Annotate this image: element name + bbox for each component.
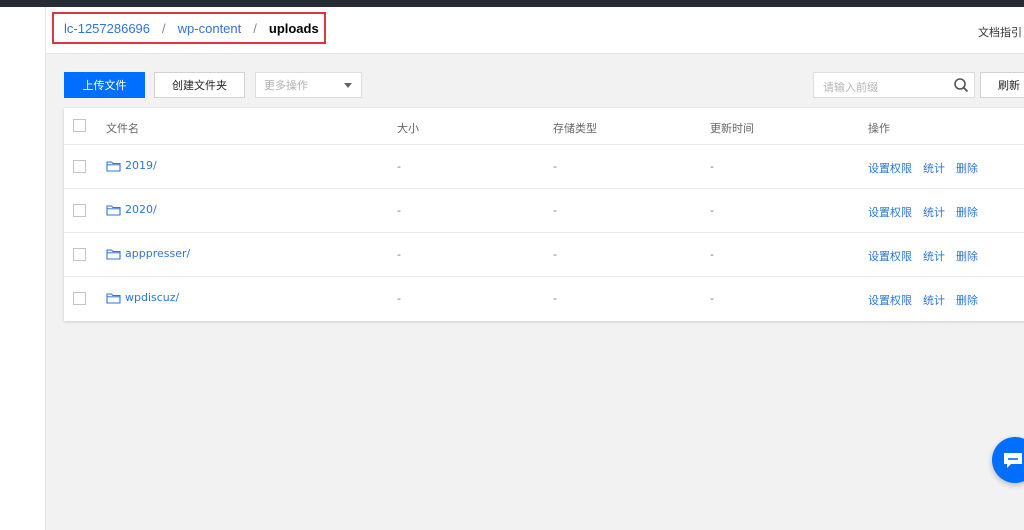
delete-link[interactable]: 删除 (956, 292, 978, 308)
search-placeholder: 请输入前缀 (823, 81, 878, 94)
left-sidebar (0, 7, 46, 530)
table-row: apppresser/ - - - 设置权限 统计 删除 (64, 233, 1024, 277)
table-row: wpdiscuz/ - - - 设置权限 统计 删除 (64, 277, 1024, 321)
breadcrumb: lc-1257286696 / wp-content / uploads (52, 12, 326, 44)
more-actions-placeholder: 更多操作 (264, 79, 308, 92)
chat-icon (1004, 453, 1022, 468)
breadcrumb-item-wp-content[interactable]: wp-content (178, 21, 242, 36)
table-header: 文件名 大小 存储类型 更新时间 操作 (64, 108, 1024, 145)
folder-link[interactable]: 2019/ (106, 159, 157, 172)
folder-link[interactable]: wpdiscuz/ (106, 291, 179, 304)
delete-link[interactable]: 删除 (956, 204, 978, 220)
size-value: - (397, 292, 401, 305)
storage-value: - (553, 292, 557, 305)
delete-link[interactable]: 删除 (956, 160, 978, 176)
folder-icon (106, 248, 121, 260)
upload-file-button[interactable]: 上传文件 (64, 72, 145, 98)
select-all-checkbox[interactable] (73, 119, 86, 132)
updated-value: - (710, 204, 714, 217)
create-folder-button[interactable]: 创建文件夹 (154, 72, 245, 98)
breadcrumb-separator: / (253, 20, 257, 36)
stats-link[interactable]: 统计 (923, 160, 945, 176)
storage-value: - (553, 160, 557, 173)
file-table: 文件名 大小 存储类型 更新时间 操作 2019/ - - - 设置权限 统计 … (64, 108, 1024, 321)
refresh-button[interactable]: 刷新 (980, 72, 1024, 98)
breadcrumb-separator: / (162, 20, 166, 36)
folder-name: apppresser/ (125, 247, 191, 260)
row-checkbox[interactable] (73, 204, 86, 217)
chat-button[interactable] (992, 437, 1024, 483)
updated-value: - (710, 248, 714, 261)
top-bar (0, 0, 1024, 7)
stats-link[interactable]: 统计 (923, 204, 945, 220)
column-header-storage: 存储类型 (553, 122, 597, 135)
updated-value: - (710, 292, 714, 305)
size-value: - (397, 248, 401, 261)
storage-value: - (553, 204, 557, 217)
set-permission-link[interactable]: 设置权限 (868, 160, 912, 176)
row-checkbox[interactable] (73, 160, 86, 173)
column-header-name: 文件名 (106, 122, 139, 135)
folder-name: 2019/ (125, 159, 157, 172)
set-permission-link[interactable]: 设置权限 (868, 292, 912, 308)
delete-link[interactable]: 删除 (956, 248, 978, 264)
breadcrumb-current: uploads (268, 20, 319, 36)
folder-link[interactable]: 2020/ (106, 203, 157, 216)
row-checkbox[interactable] (73, 292, 86, 305)
row-checkbox[interactable] (73, 248, 86, 261)
column-header-actions: 操作 (868, 122, 890, 135)
folder-icon (106, 292, 121, 304)
table-row: 2020/ - - - 设置权限 统计 删除 (64, 189, 1024, 233)
set-permission-link[interactable]: 设置权限 (868, 204, 912, 220)
table-row: 2019/ - - - 设置权限 统计 删除 (64, 145, 1024, 189)
breadcrumb-item-bucket[interactable]: lc-1257286696 (64, 21, 150, 36)
stats-link[interactable]: 统计 (923, 292, 945, 308)
set-permission-link[interactable]: 设置权限 (868, 248, 912, 264)
page-header: lc-1257286696 / wp-content / uploads 文档指… (46, 7, 1024, 54)
folder-name: 2020/ (125, 203, 157, 216)
size-value: - (397, 204, 401, 217)
column-header-size: 大小 (397, 122, 419, 135)
folder-link[interactable]: apppresser/ (106, 247, 190, 260)
chevron-down-icon (344, 83, 352, 88)
folder-icon (106, 160, 121, 172)
search-icon[interactable] (953, 77, 969, 96)
doc-guide-link[interactable]: 文档指引 (978, 24, 1022, 40)
storage-value: - (553, 248, 557, 261)
stats-link[interactable]: 统计 (923, 248, 945, 264)
column-header-updated: 更新时间 (710, 122, 754, 135)
size-value: - (397, 160, 401, 173)
search-input[interactable]: 请输入前缀 (813, 72, 975, 98)
folder-icon (106, 204, 121, 216)
folder-name: wpdiscuz/ (125, 291, 180, 304)
more-actions-select[interactable]: 更多操作 (255, 72, 362, 98)
updated-value: - (710, 160, 714, 173)
